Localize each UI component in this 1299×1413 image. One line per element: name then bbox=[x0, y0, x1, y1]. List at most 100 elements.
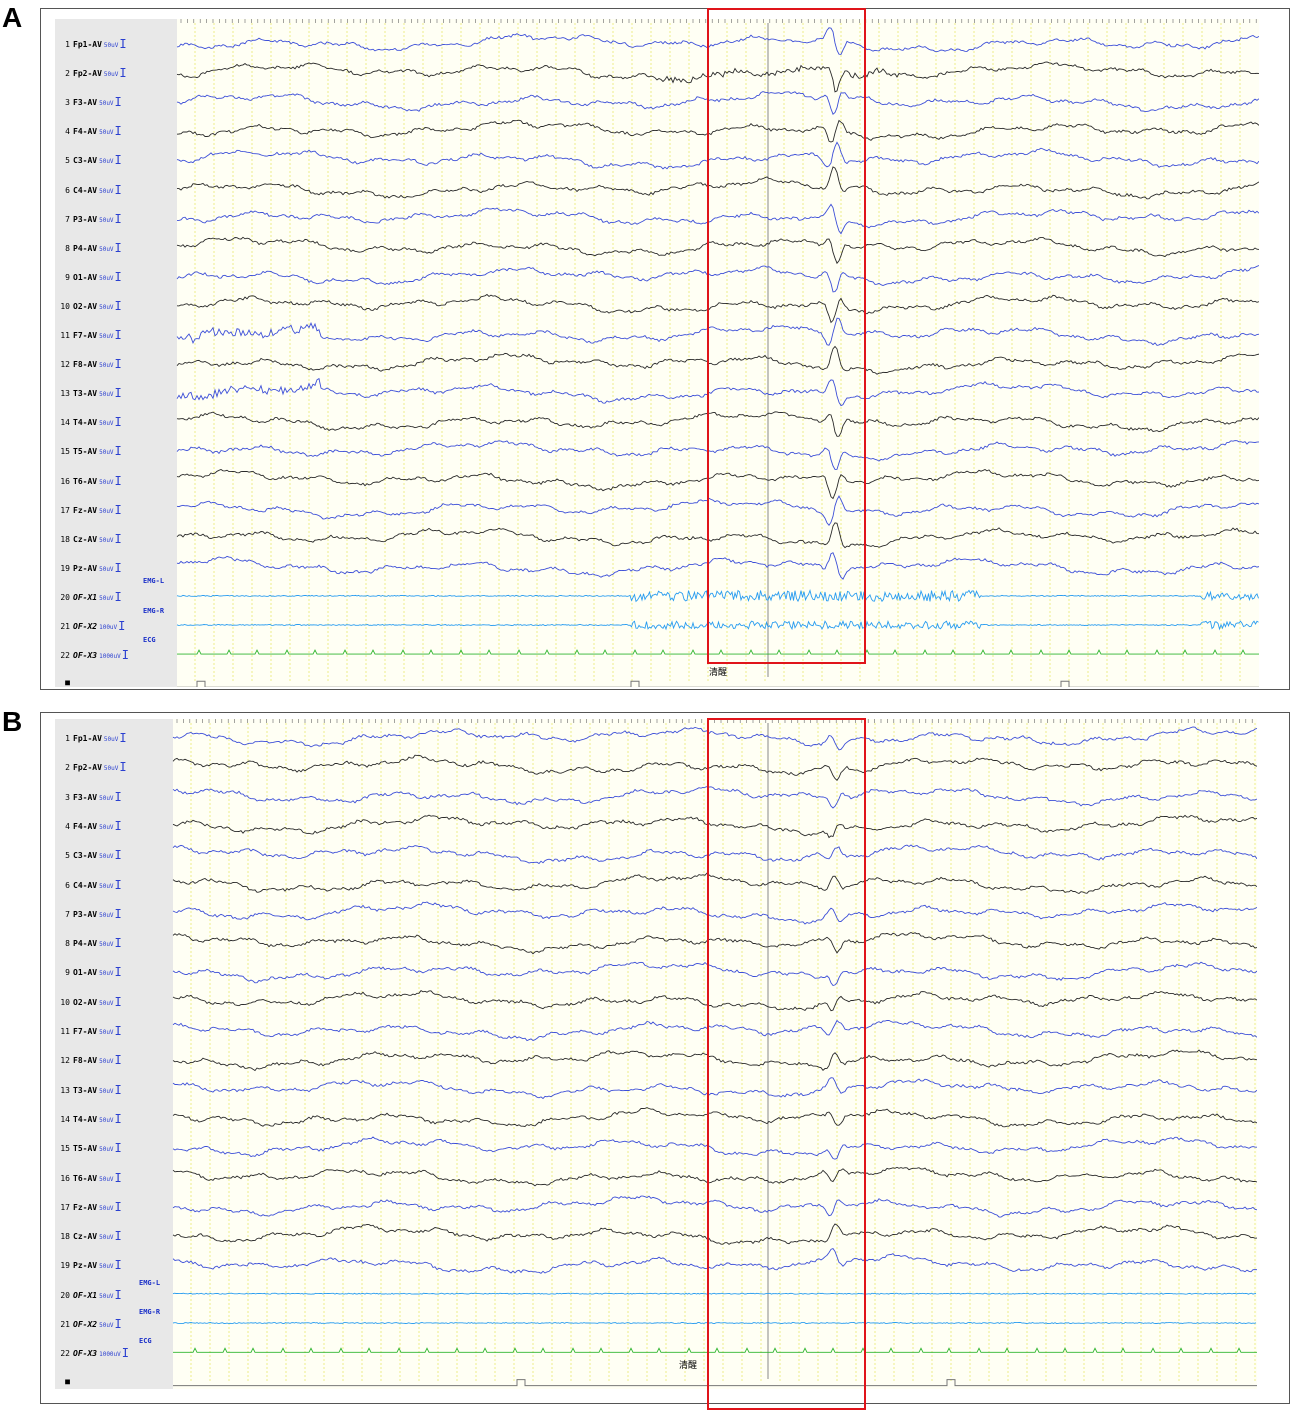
panel-a-emg-l-label: EMG-L bbox=[143, 577, 165, 585]
scale-bar-icon: I bbox=[114, 531, 122, 546]
channel-label-o1-av: 9 O1-AV 50uVI bbox=[55, 964, 122, 979]
channel-number: 21 bbox=[60, 622, 70, 631]
channel-number: 22 bbox=[60, 651, 70, 661]
scale-bar-icon: I bbox=[114, 1199, 122, 1214]
channel-name: C3-AV bbox=[73, 156, 98, 166]
channel-name: Pz-AV bbox=[73, 563, 98, 573]
channel-sensitivity: 50uV bbox=[99, 882, 114, 890]
channel-sensitivity: 50uV bbox=[99, 216, 114, 224]
channel-sensitivity: 50uV bbox=[99, 187, 114, 195]
scale-bar-icon: I bbox=[114, 269, 122, 284]
scale-bar-icon: I bbox=[114, 298, 122, 313]
scale-bar-icon: I bbox=[119, 731, 127, 745]
channel-number: 7 bbox=[65, 214, 70, 224]
scale-bar-icon: I bbox=[114, 1024, 122, 1038]
channel-sensitivity: 50uV bbox=[99, 794, 114, 802]
channel-number: 2 bbox=[65, 763, 70, 773]
channel-name: F7-AV bbox=[73, 1027, 98, 1036]
channel-number: 17 bbox=[60, 505, 70, 515]
channel-name: F7-AV bbox=[73, 331, 98, 340]
channel-sensitivity: 1000uV bbox=[99, 1351, 121, 1359]
channel-number: 14 bbox=[60, 418, 70, 428]
channel-sensitivity: 50uV bbox=[103, 42, 119, 49]
panel-b-ecg-label: ECG bbox=[139, 1337, 152, 1345]
channel-label-t4-av: 14 T4-AV 50uVI bbox=[55, 414, 121, 429]
channel-label-fp2-av: 2 Fp2-AV 50uVI bbox=[55, 759, 127, 775]
channel-label-p3-av: 7 P3-AV 50uVI bbox=[55, 906, 122, 921]
channel-label-fz-av: 17 Fz-AV 50uVI bbox=[55, 502, 121, 517]
channel-name: Cz-AV bbox=[73, 1232, 98, 1242]
channel-label-f8-av: 12 F8-AV 50uVI bbox=[55, 1052, 122, 1068]
scale-bar-icon: I bbox=[114, 95, 122, 110]
channel-sensitivity: 50uV bbox=[99, 158, 114, 166]
channel-name: OF-X1 bbox=[73, 1290, 98, 1300]
channel-number: 17 bbox=[60, 1202, 70, 1212]
channel-number: 13 bbox=[60, 1085, 70, 1095]
channel-sensitivity: 50uV bbox=[99, 449, 114, 457]
scale-bar-icon: I bbox=[119, 37, 127, 51]
channel-label-fp1-av: 1 Fp1-AV 50uVI bbox=[55, 730, 127, 745]
channel-label-t5-av: 15 T5-AV 50uVI bbox=[55, 1140, 122, 1156]
scale-bar-icon: I bbox=[118, 619, 126, 633]
panel-a-ecg-label: ECG bbox=[143, 636, 156, 644]
channel-sensitivity: 50uV bbox=[99, 565, 114, 573]
channel-sensitivity: 50uV bbox=[99, 823, 114, 831]
channel-sensitivity: 50uV bbox=[99, 970, 114, 978]
channel-label-f7-av: 11 F7-AV 50uVI bbox=[55, 327, 122, 342]
channel-name: T4-AV bbox=[73, 418, 98, 428]
scale-bar-icon: I bbox=[114, 1053, 122, 1068]
channel-name: OF-X1 bbox=[73, 592, 98, 602]
scale-bar-icon: I bbox=[114, 589, 122, 604]
channel-sensitivity: 50uV bbox=[99, 333, 114, 340]
channel-label-f4-av: 4 F4-AV 50uVI bbox=[55, 818, 122, 833]
channel-label-fp1-av: 1 Fp1-AV 50uVI bbox=[55, 36, 127, 51]
channel-label-f7-av: 11 F7-AV 50uVI bbox=[55, 1023, 122, 1038]
scale-bar-icon: I bbox=[114, 848, 122, 863]
channel-number: 3 bbox=[65, 792, 70, 802]
channel-number: ■ bbox=[65, 1376, 70, 1386]
panel-b-frame: 1 Fp1-AV 50uVI 2 Fp2-AV 50uVI 3 F3-AV 50uVI 4 F4-A… bbox=[40, 712, 1290, 1404]
channel-name: P3-AV bbox=[73, 909, 98, 919]
channel-sensitivity: 50uV bbox=[99, 1116, 114, 1124]
channel-label-pz-av: 19 Pz-AV 50uVI bbox=[55, 1257, 122, 1273]
channel-sensitivity: 50uV bbox=[99, 362, 114, 370]
channel-sensitivity: 50uV bbox=[99, 1263, 114, 1271]
scale-bar-icon: I bbox=[119, 760, 127, 775]
scale-bar-icon: I bbox=[114, 1317, 122, 1331]
channel-name: T6-AV bbox=[73, 476, 98, 486]
channel-label-f4-av: 4 F4-AV 50uVI bbox=[55, 123, 122, 138]
channel-label-pz-av: 19 Pz-AV 50uVI bbox=[55, 560, 121, 575]
scale-bar-icon: I bbox=[114, 906, 122, 921]
scale-bar-icon: I bbox=[114, 1287, 122, 1302]
channel-name: OF-X2 bbox=[73, 1320, 98, 1329]
channel-sensitivity: 50uV bbox=[99, 420, 114, 428]
panel-a-trace-area bbox=[141, 19, 1259, 687]
scale-bar-icon: I bbox=[114, 153, 122, 168]
channel-name: T5-AV bbox=[73, 447, 98, 457]
channel-sensitivity: 50uV bbox=[99, 853, 114, 861]
channel-label-t3-av: 13 T3-AV 50uVI bbox=[55, 1082, 121, 1097]
channel-number: 19 bbox=[60, 563, 70, 573]
scale-bar-icon: I bbox=[114, 1141, 122, 1156]
channel-sensitivity: 50uV bbox=[99, 941, 114, 949]
scale-bar-icon: I bbox=[114, 1258, 122, 1273]
channel-label-t3-av: 13 T3-AV 50uVI bbox=[55, 385, 121, 400]
channel-sensitivity: 50uV bbox=[99, 911, 114, 919]
scale-bar-icon: I bbox=[114, 328, 122, 342]
scale-bar-icon: I bbox=[121, 648, 130, 663]
panel-letter-a: A bbox=[2, 2, 23, 33]
channel-name: P3-AV bbox=[73, 214, 98, 224]
channel-name: OF-X3 bbox=[73, 1349, 98, 1359]
channel-number: 4 bbox=[65, 821, 70, 831]
channel-label-f8-av: 12 F8-AV 50uVI bbox=[55, 356, 121, 371]
channel-number: 9 bbox=[65, 968, 70, 978]
channel-label-marker: ■ bbox=[55, 1375, 73, 1389]
channel-label-o2-av: 10 O2-AV 50uVI bbox=[55, 994, 121, 1009]
channel-number: 16 bbox=[60, 1173, 70, 1183]
channel-name: C4-AV bbox=[73, 880, 98, 890]
channel-sensitivity: 50uV bbox=[99, 129, 114, 137]
channel-name: OF-X2 bbox=[73, 622, 98, 631]
channel-number: 18 bbox=[60, 1232, 70, 1242]
channel-sensitivity: 50uV bbox=[99, 478, 114, 486]
channel-label-t4-av: 14 T4-AV 50uVI bbox=[55, 1111, 121, 1126]
